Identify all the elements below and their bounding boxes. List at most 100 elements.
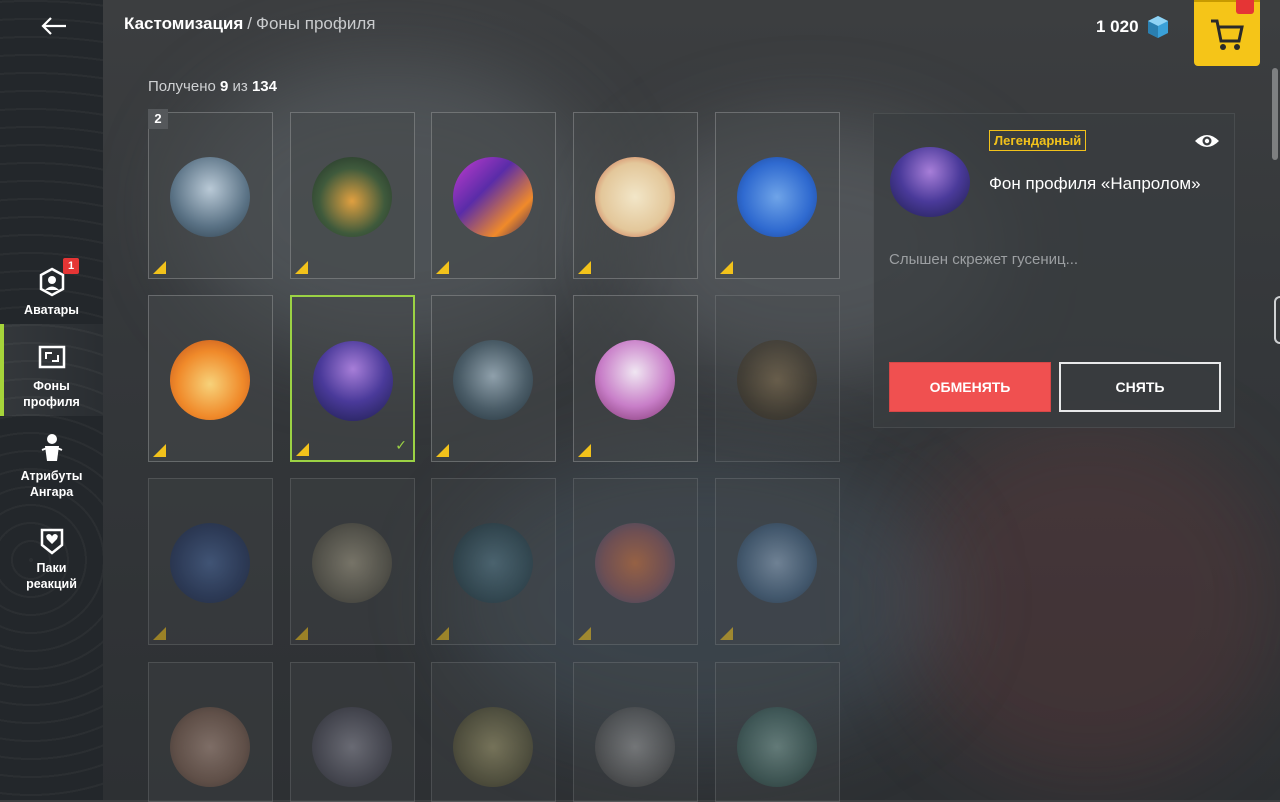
- background-preview: [453, 523, 533, 603]
- background-preview: [313, 341, 393, 421]
- background-preview: [170, 340, 250, 420]
- currency-amount: 1 020: [1096, 17, 1139, 36]
- sidebar-item-label: Аватары: [24, 303, 79, 317]
- rarity-corner-icon: [578, 627, 591, 640]
- hangar-attribute-icon: [41, 434, 62, 461]
- cart-icon: [1211, 19, 1244, 50]
- item-description: Слышен скрежет гусениц...: [889, 251, 1079, 268]
- rarity-corner-icon: [296, 443, 309, 456]
- sidebar-item-reaction-packs[interactable]: Паки реакций: [0, 524, 103, 592]
- swap-button[interactable]: ОБМЕНЯТЬ: [889, 362, 1051, 412]
- background-card-locked[interactable]: [715, 662, 840, 802]
- reaction-pack-icon: [40, 528, 63, 555]
- background-card-locked[interactable]: [290, 478, 415, 645]
- background-card[interactable]: [431, 295, 556, 462]
- item-detail-panel: Легендарный Фон профиля «Напролом» Слыше…: [873, 113, 1235, 428]
- background-card-locked[interactable]: [715, 295, 840, 462]
- background-preview: [737, 340, 817, 420]
- background-preview: [737, 707, 817, 787]
- background-preview: [595, 523, 675, 603]
- eye-icon: [1195, 135, 1219, 147]
- background-preview: [312, 523, 392, 603]
- collection-counter: Получено 9 из 134: [148, 78, 277, 95]
- arrow-left-icon: [41, 17, 66, 35]
- background-preview: [453, 340, 533, 420]
- profile-background-icon: [38, 345, 65, 369]
- total-count: 134: [251, 78, 277, 95]
- background-card[interactable]: [290, 112, 415, 279]
- sidebar-item-label-2: Ангара: [29, 485, 74, 499]
- background-preview: [595, 340, 675, 420]
- background-card-locked[interactable]: [431, 662, 556, 802]
- rarity-corner-icon: [436, 444, 449, 457]
- rarity-corner-icon: [295, 261, 308, 274]
- background-card-locked[interactable]: [715, 478, 840, 645]
- background-card[interactable]: 2: [148, 109, 273, 279]
- breadcrumb-root[interactable]: Кастомизация: [124, 14, 243, 33]
- rarity-corner-icon: [436, 627, 449, 640]
- background-card[interactable]: [431, 112, 556, 279]
- background-preview: [737, 157, 817, 237]
- background-card-locked[interactable]: [148, 662, 273, 802]
- background-card-selected[interactable]: ✓: [290, 295, 415, 462]
- gift-icon: [1236, 0, 1254, 14]
- preview-button[interactable]: [1194, 132, 1220, 155]
- sidebar-item-label-2: профиля: [23, 395, 80, 409]
- rarity-corner-icon: [436, 261, 449, 274]
- sidebar-item-profile-backgrounds[interactable]: Фоны профиля: [0, 324, 103, 416]
- background-preview: [170, 707, 250, 787]
- sidebar-item-label: Атрибуты: [20, 469, 83, 483]
- background-preview: [312, 157, 392, 237]
- gold-cube-icon: [1147, 16, 1168, 38]
- breadcrumb: Кастомизация / Фоны профиля: [124, 14, 375, 34]
- page-title: Фоны профиля: [256, 14, 376, 33]
- item-title: Фон профиля «Напролом»: [989, 174, 1201, 193]
- rarity-badge: Легендарный: [989, 130, 1087, 151]
- currency-balance: 1 020: [1096, 14, 1171, 40]
- sidebar: 1 Аватары Фоны профиля Атрибуты Ангара П…: [0, 0, 103, 800]
- owned-count: 9: [220, 78, 229, 95]
- avatar-icon: [39, 267, 64, 297]
- background-card-locked[interactable]: [573, 478, 698, 645]
- background-preview: [453, 707, 533, 787]
- sidebar-item-hangar-attributes[interactable]: Атрибуты Ангара: [0, 432, 103, 500]
- background-preview: [170, 157, 250, 237]
- notification-badge: 1: [63, 258, 79, 274]
- background-preview: [595, 707, 675, 787]
- background-card-locked[interactable]: [290, 662, 415, 802]
- background-card[interactable]: [573, 295, 698, 462]
- sidebar-item-avatars[interactable]: 1 Аватары: [0, 258, 103, 318]
- rarity-corner-icon: [578, 444, 591, 457]
- background-card-locked[interactable]: [573, 662, 698, 802]
- sidebar-item-label: Фоны: [33, 379, 70, 393]
- rarity-corner-icon: [720, 627, 733, 640]
- sidebar-item-label-2: реакций: [26, 577, 77, 591]
- background-card[interactable]: [573, 112, 698, 279]
- rarity-corner-icon: [153, 444, 166, 457]
- shop-button[interactable]: [1194, 0, 1260, 66]
- background-preview: [595, 157, 675, 237]
- rarity-corner-icon: [153, 627, 166, 640]
- rarity-corner-icon: [295, 627, 308, 640]
- back-button[interactable]: [36, 8, 72, 44]
- background-card[interactable]: [715, 112, 840, 279]
- side-panel-handle[interactable]: [1274, 296, 1280, 344]
- background-card-locked[interactable]: [431, 478, 556, 645]
- background-preview: [453, 157, 533, 237]
- rarity-corner-icon: [153, 261, 166, 274]
- checkmark-icon: ✓: [395, 437, 407, 453]
- background-preview: [312, 707, 392, 787]
- breadcrumb-separator: /: [247, 14, 253, 33]
- background-card[interactable]: [148, 295, 273, 462]
- sidebar-item-label: Паки: [36, 561, 67, 575]
- background-preview: [170, 523, 250, 603]
- scrollbar[interactable]: [1272, 68, 1278, 160]
- remove-button[interactable]: СНЯТЬ: [1059, 362, 1221, 412]
- background-card-locked[interactable]: [148, 478, 273, 645]
- rarity-corner-icon: [578, 261, 591, 274]
- rarity-corner-icon: [720, 261, 733, 274]
- counter-of: из: [232, 78, 248, 95]
- background-preview: [737, 523, 817, 603]
- item-count-badge: 2: [148, 109, 168, 129]
- detail-preview-image: [890, 147, 970, 217]
